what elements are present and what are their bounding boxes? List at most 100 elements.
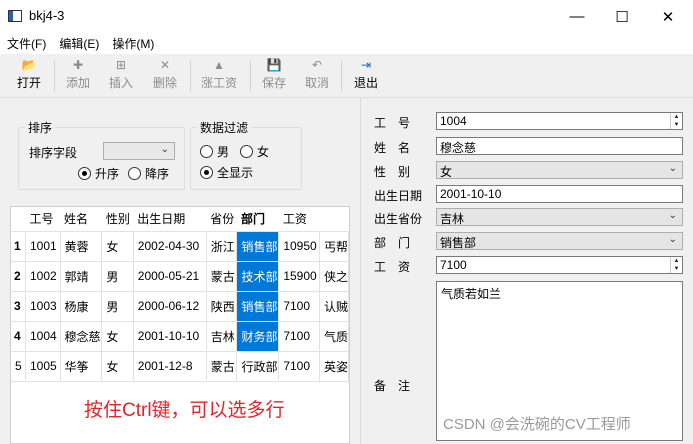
cell-department[interactable]: 技术部 — [236, 261, 280, 292]
column-header-birthdate[interactable]: 出生日期 — [133, 207, 207, 232]
column-header-memo[interactable] — [319, 207, 349, 232]
cell-name[interactable]: 穆念慈 — [60, 321, 103, 352]
column-header-gender[interactable]: 性别 — [101, 207, 134, 232]
insert-button[interactable]: ⊞ 插入 — [103, 57, 139, 95]
cell-id[interactable]: 1001 — [25, 231, 61, 262]
province-combo[interactable]: 吉林 ⌄ — [436, 208, 683, 226]
cell-salary[interactable]: 15900 — [278, 261, 320, 292]
table-row[interactable]: 3 1003 杨康 男 2000-06-12 陕西 销售部 7100 认贼 — [11, 291, 349, 322]
cell-province[interactable]: 浙江 — [206, 231, 238, 262]
delete-button[interactable]: ✕ 删除 — [147, 57, 183, 95]
cell-province[interactable]: 陕西 — [206, 291, 238, 322]
employee-grid: 工号 姓名 性别 出生日期 省份 部门 工资 1 1001 黄蓉 女 2002-… — [11, 207, 349, 382]
delete-label: 删除 — [152, 76, 177, 90]
id-spinbox[interactable]: 1004 ▲ ▼ — [436, 112, 683, 130]
department-combo[interactable]: 销售部 ⌄ — [436, 232, 683, 250]
row-header[interactable]: 1 — [11, 231, 26, 262]
chevron-down-icon: ⌄ — [160, 144, 169, 155]
sort-asc-radio[interactable]: 升序 — [78, 165, 119, 182]
cell-memo[interactable]: 英姿 — [319, 351, 349, 382]
cell-gender[interactable]: 男 — [101, 291, 134, 322]
cell-memo[interactable]: 气质 — [319, 321, 349, 352]
toolbar-separator — [54, 60, 55, 92]
cell-department[interactable]: 销售部 — [236, 291, 280, 322]
plus-icon: ✚ — [72, 58, 84, 72]
spin-arrows-icon[interactable]: ▲ ▼ — [670, 113, 682, 129]
cell-province[interactable]: 吉林 — [206, 321, 238, 352]
table-row[interactable]: 4 1004 穆念慈 女 2001-10-10 吉林 财务部 7100 气质 — [11, 321, 349, 352]
name-field[interactable]: 穆念慈 — [436, 137, 683, 155]
column-header-name[interactable]: 姓名 — [60, 207, 102, 232]
row-header[interactable]: 2 — [11, 261, 26, 292]
app-icon — [8, 10, 22, 22]
cell-province[interactable]: 蒙古 — [206, 261, 238, 292]
cell-salary[interactable]: 7100 — [278, 291, 320, 322]
save-button[interactable]: 💾 保存 — [256, 57, 292, 95]
cell-gender[interactable]: 女 — [101, 351, 134, 382]
column-header-department[interactable]: 部门 — [236, 207, 279, 232]
cell-birthdate[interactable]: 2001-10-10 — [133, 321, 207, 352]
cell-salary[interactable]: 7100 — [278, 321, 320, 352]
cell-birthdate[interactable]: 2002-04-30 — [133, 231, 207, 262]
raise-salary-button[interactable]: ▲ 涨工资 — [196, 57, 242, 95]
row-header[interactable]: 3 — [11, 291, 26, 322]
salary-spinbox[interactable]: 7100 ▲ ▼ — [436, 256, 683, 274]
cell-name[interactable]: 郭靖 — [60, 261, 103, 292]
filter-female-radio[interactable]: 女 — [240, 143, 269, 160]
cell-memo[interactable]: 侠之 — [319, 261, 349, 292]
filter-all-label: 全显示 — [217, 166, 254, 180]
cell-birthdate[interactable]: 2001-12-8 — [133, 351, 207, 382]
column-header-province[interactable]: 省份 — [206, 207, 237, 232]
filter-male-radio[interactable]: 男 — [200, 143, 229, 160]
gender-combo[interactable]: 女 ⌄ — [436, 161, 683, 179]
cell-memo[interactable]: 认贼 — [319, 291, 349, 322]
menu-operate[interactable]: 操作(M) — [111, 35, 155, 52]
cell-gender[interactable]: 女 — [101, 231, 134, 262]
toolbar-separator — [190, 60, 191, 92]
row-header[interactable]: 5 — [11, 351, 26, 382]
minimize-button[interactable]: — — [554, 0, 600, 33]
corner-cell[interactable] — [11, 207, 26, 232]
row-header[interactable]: 4 — [11, 321, 26, 352]
radio-unchecked-icon — [128, 167, 141, 180]
maximize-button[interactable]: ☐ — [599, 0, 645, 33]
cell-name[interactable]: 黄蓉 — [60, 231, 103, 262]
table-row[interactable]: 2 1002 郭靖 男 2000-05-21 蒙古 技术部 15900 侠之 — [11, 261, 349, 292]
cell-department[interactable]: 行政部 — [236, 351, 280, 382]
cell-id[interactable]: 1002 — [25, 261, 61, 292]
open-button[interactable]: 📂 打开 — [12, 57, 46, 95]
cell-id[interactable]: 1004 — [25, 321, 61, 352]
table-row[interactable]: 1 1001 黄蓉 女 2002-04-30 浙江 销售部 10950 丐帮 — [11, 231, 349, 262]
birthdate-field[interactable]: 2001-10-10 — [436, 185, 683, 203]
cell-name[interactable]: 华筝 — [60, 351, 103, 382]
close-button[interactable]: ✕ — [645, 0, 691, 33]
menu-edit[interactable]: 编辑(E) — [58, 35, 100, 52]
splitter[interactable] — [360, 98, 361, 444]
menu-file[interactable]: 文件(F) — [6, 35, 47, 52]
watermark: CSDN @会洗碗的CV工程师 — [443, 416, 631, 433]
column-header-id[interactable]: 工号 — [25, 207, 60, 232]
cell-id[interactable]: 1005 — [25, 351, 61, 382]
cell-birthdate[interactable]: 2000-06-12 — [133, 291, 207, 322]
column-header-salary[interactable]: 工资 — [278, 207, 320, 232]
cell-salary[interactable]: 7100 — [278, 351, 320, 382]
cancel-button[interactable]: ↶ 取消 — [299, 57, 335, 95]
table-row[interactable]: 5 1005 华筝 女 2001-12-8 蒙古 行政部 7100 英姿 — [11, 351, 349, 382]
cell-gender[interactable]: 女 — [101, 321, 134, 352]
sort-field-combo[interactable]: ⌄ — [103, 142, 175, 160]
spin-arrows-icon[interactable]: ▲ ▼ — [670, 257, 682, 273]
sort-desc-radio[interactable]: 降序 — [128, 165, 169, 182]
cell-department[interactable]: 销售部 — [236, 231, 280, 262]
cell-gender[interactable]: 男 — [101, 261, 134, 292]
cell-birthdate[interactable]: 2000-05-21 — [133, 261, 207, 292]
exit-button[interactable]: ⇥ 退出 — [348, 57, 384, 95]
cell-name[interactable]: 杨康 — [60, 291, 103, 322]
cell-memo[interactable]: 丐帮 — [319, 231, 349, 262]
add-button[interactable]: ✚ 添加 — [60, 57, 96, 95]
cell-id[interactable]: 1003 — [25, 291, 61, 322]
cell-department[interactable]: 财务部 — [236, 321, 280, 352]
cell-salary[interactable]: 10950 — [278, 231, 320, 262]
province-label: 出生省份 — [374, 212, 423, 226]
cell-province[interactable]: 蒙古 — [206, 351, 238, 382]
filter-all-radio[interactable]: 全显示 — [200, 164, 253, 181]
